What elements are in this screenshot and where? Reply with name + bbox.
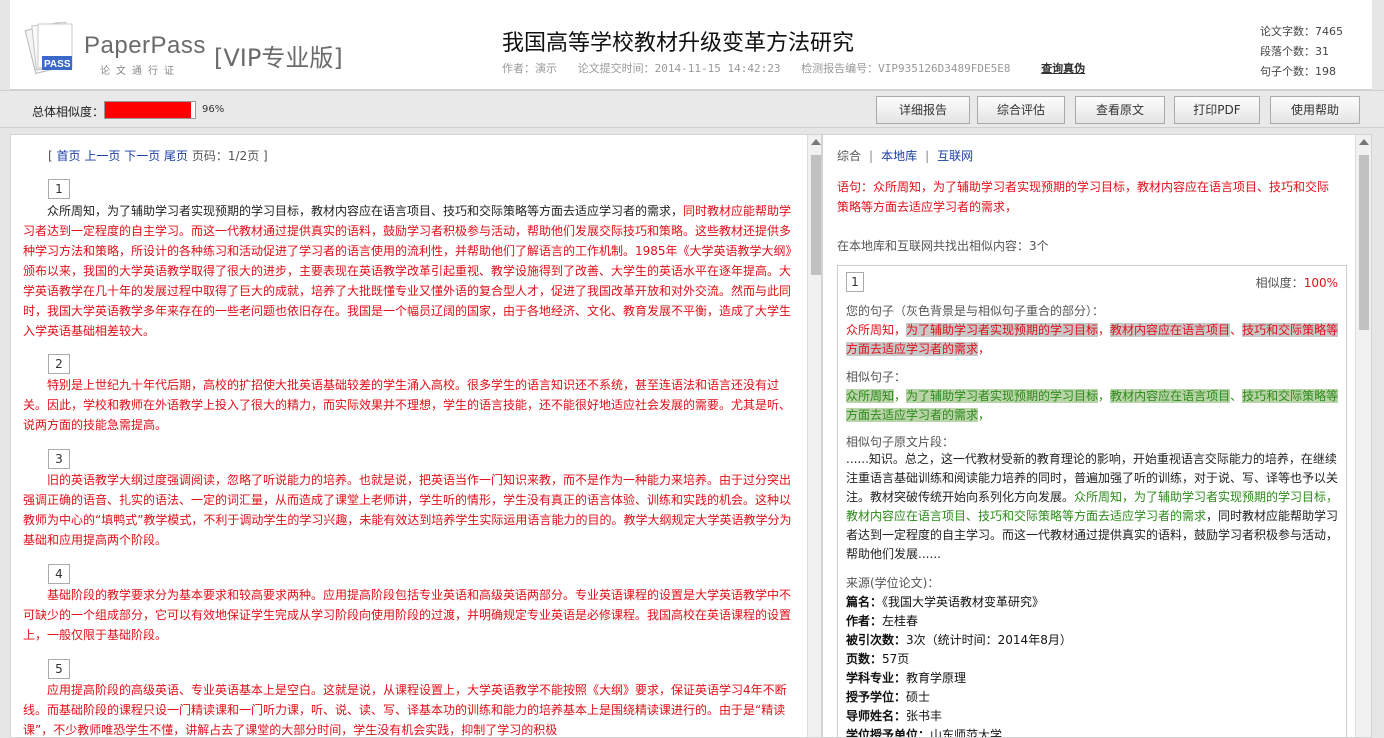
similarity-bar — [104, 101, 196, 119]
similarity-percent: 96% — [202, 104, 225, 115]
tab-overall[interactable]: 综合 — [837, 149, 861, 163]
source-discipline: 学科专业：教育学原理 — [846, 671, 967, 685]
right-scrollbar[interactable] — [1355, 135, 1371, 737]
paper-title: 我国高等学校教材升级变革方法研究 — [502, 31, 855, 56]
similar-sentence-text: 众所周知，为了辅助学习者实现预期的学习目标，教材内容应在语言项目、技巧和交际策略… — [846, 389, 1339, 422]
your-sentence-label: 您的句子（灰色背景是与相似句子重合的部分）： — [846, 304, 1105, 318]
brand-name: PaperPass — [84, 32, 206, 59]
source-institution: 学位授予单位：山东师范大学 — [846, 728, 1003, 738]
next-page-link[interactable]: 下一页 — [124, 149, 160, 163]
found-count: 在本地库和互联网共找出相似内容：3个 — [837, 239, 1049, 253]
paragraph-similar-text: 同时教材应能帮助学习者达到一定程度的自主学习。而这一代教材通过提供真实的语料，鼓… — [23, 204, 792, 338]
selected-sentence: 语句：众所周知，为了辅助学习者实现预期的学习目标，教材内容应在语言项目、技巧和交… — [837, 177, 1337, 217]
view-original-button[interactable]: 查看原文 — [1075, 96, 1165, 124]
tab-internet[interactable]: 互联网 — [937, 149, 973, 163]
title-block: 我国高等学校教材升级变革方法研究 作者：演示 论文提交时间：2014-11-15… — [502, 30, 1122, 76]
source-citations: 被引次数：3次（统计时间：2014年8月） — [846, 633, 1072, 647]
overall-evaluation-button[interactable]: 综合评估 — [977, 96, 1065, 124]
logo: PASS PaperPass 论文通行证 [VIP专业版] — [24, 18, 364, 78]
source-tabs: 综合 | 本地库 | 互联网 — [837, 149, 974, 163]
paragraph-similar-text: 应用提高阶段的高级英语、专业英语基本上是空白。这就是说，从课程设置上，大学英语教… — [23, 683, 787, 737]
similar-sentence-label: 相似句子： — [846, 370, 907, 384]
your-sentence: 众所周知，为了辅助学习者实现预期的学习目标，教材内容应在语言项目、技巧和交际策略… — [846, 321, 1340, 359]
paragraph-number[interactable]: 5 — [48, 659, 70, 679]
match-card: 1 相似度：100% 您的句子（灰色背景是与相似句子重合的部分）： 众所周知，为… — [837, 265, 1347, 738]
source-title: 篇名：《我国大学英语教材变革研究》 — [846, 595, 1045, 609]
paragraph-similar-text: 特别是上世纪九十年代后期，高校的扩招使大批英语基础较差的学生涌入高校。很多学生的… — [23, 378, 792, 432]
scroll-thumb[interactable] — [811, 155, 821, 275]
similarity-bar-fill — [105, 102, 192, 118]
source-label: 来源(学位论文)： — [846, 576, 940, 590]
help-button[interactable]: 使用帮助 — [1270, 96, 1360, 124]
paper-stack-icon: PASS — [24, 21, 73, 75]
source-advisor: 导师姓名：张书丰 — [846, 709, 943, 723]
page-info: 页码：1/2页 — [191, 149, 260, 163]
report-id: 检测报告编号：VIP935126D3489FDE5E8 — [801, 62, 1011, 75]
sentence-text: 众所周知，为了辅助学习者实现预期的学习目标，教材内容应在语言项目、技巧和交际策略… — [837, 180, 1330, 214]
paragraph[interactable]: 旧的英语教学大纲过度强调阅读，忽略了听说能力的培养。也就是说，把英语当作一门知识… — [23, 470, 797, 550]
detailed-report-button[interactable]: 详细报告 — [876, 96, 970, 124]
paragraph-similar-text: 旧的英语教学大纲过度强调阅读，忽略了听说能力的培养。也就是说，把英语当作一门知识… — [23, 473, 792, 547]
original-fragment: ......知识。总之，这一代教材受新的教育理论的影响，开始重视语言交际能力的培… — [846, 450, 1340, 564]
original-label: 相似句子原文片段： — [846, 435, 955, 449]
sentence-count: 句子个数：198 — [1260, 65, 1336, 78]
match-similarity: 相似度：100% — [1256, 274, 1338, 291]
paragraph-similar-text: 基础阶段的教学要求分为基本要求和较高要求两种。应用提高阶段包括专业英语和高级英语… — [23, 588, 792, 642]
paragraph[interactable]: 众所周知，为了辅助学习者实现预期的学习目标，教材内容应在语言项目、技巧和交际策略… — [23, 201, 797, 341]
prev-page-link[interactable]: 上一页 — [84, 149, 120, 163]
paper-stats: 论文字数：7465 段落个数：31 句子个数：198 — [1260, 22, 1343, 82]
submit-time: 论文提交时间：2014-11-15 14:42:23 — [577, 62, 781, 75]
paragraph-number[interactable]: 1 — [48, 179, 70, 199]
match-panel: 综合 | 本地库 | 互联网 语句：众所周知，为了辅助学习者实现预期的学习目标，教材内容… — [822, 134, 1372, 738]
paragraph-number[interactable]: 2 — [48, 354, 70, 374]
tab-local-db[interactable]: 本地库 — [881, 149, 917, 163]
scroll-thumb[interactable] — [1359, 155, 1369, 330]
verify-link[interactable]: 查询真伪 — [1041, 62, 1085, 75]
left-scrollbar[interactable] — [807, 135, 821, 737]
source-pages: 页数：57页 — [846, 652, 910, 666]
first-page-link[interactable]: 首页 — [57, 149, 81, 163]
sentence-label: 语句： — [837, 180, 874, 194]
word-count: 论文字数：7465 — [1260, 25, 1343, 38]
paragraph-normal-text: 众所周知，为了辅助学习者实现预期的学习目标，教材内容应在语言项目、技巧和交际策略… — [47, 204, 684, 218]
paragraph[interactable]: 特别是上世纪九十年代后期，高校的扩招使大批英语基础较差的学生涌入高校。很多学生的… — [23, 375, 797, 435]
paper-meta: 作者：演示 论文提交时间：2014-11-15 14:42:23 检测报告编号：… — [502, 60, 1122, 76]
logo-tag: PASS — [44, 59, 71, 70]
paragraph[interactable]: 基础阶段的教学要求分为基本要求和较高要求两种。应用提高阶段包括专业英语和高级英语… — [23, 585, 797, 645]
print-pdf-button[interactable]: 打印PDF — [1174, 96, 1260, 124]
brand-slogan: 论文通行证 — [100, 66, 180, 77]
edition-label: [VIP专业版] — [214, 44, 343, 72]
source-author: 作者：左桂春 — [846, 614, 919, 628]
source-degree: 授予学位：硕士 — [846, 690, 931, 704]
scroll-up-icon[interactable] — [811, 139, 821, 145]
similar-sentence: 众所周知，为了辅助学习者实现预期的学习目标，教材内容应在语言项目、技巧和交际策略… — [846, 387, 1340, 425]
similarity-label: 总体相似度： — [32, 105, 105, 119]
header: PASS PaperPass 论文通行证 [VIP专业版] 我国高等学校教材升级… — [10, 0, 1372, 90]
paragraph[interactable]: 应用提高阶段的高级英语、专业英语基本上是空白。这就是说，从课程设置上，大学英语教… — [23, 680, 797, 737]
toolbar: 总体相似度： 96% 详细报告 综合评估 查看原文 打印PDF 使用帮助 — [0, 90, 1384, 128]
document-panel: [ 首页 上一页 下一页 尾页 页码：1/2页 ] 1 众所周知，为了辅助学习者… — [10, 134, 822, 738]
match-similarity-value: 100% — [1303, 276, 1338, 290]
paragraph-number[interactable]: 4 — [48, 564, 70, 584]
pager: [ 首页 上一页 下一页 尾页 页码：1/2页 ] — [48, 149, 268, 163]
match-similarity-label: 相似度： — [1255, 276, 1304, 290]
author: 作者：演示 — [502, 62, 557, 75]
scroll-up-icon[interactable] — [1359, 139, 1369, 145]
paragraph-number[interactable]: 3 — [48, 449, 70, 469]
match-number: 1 — [846, 272, 864, 292]
paragraph-count: 段落个数：31 — [1260, 45, 1329, 58]
last-page-link[interactable]: 尾页 — [164, 149, 188, 163]
your-sentence-text: 众所周知，为了辅助学习者实现预期的学习目标，教材内容应在语言项目、技巧和交际策略… — [846, 323, 1339, 356]
